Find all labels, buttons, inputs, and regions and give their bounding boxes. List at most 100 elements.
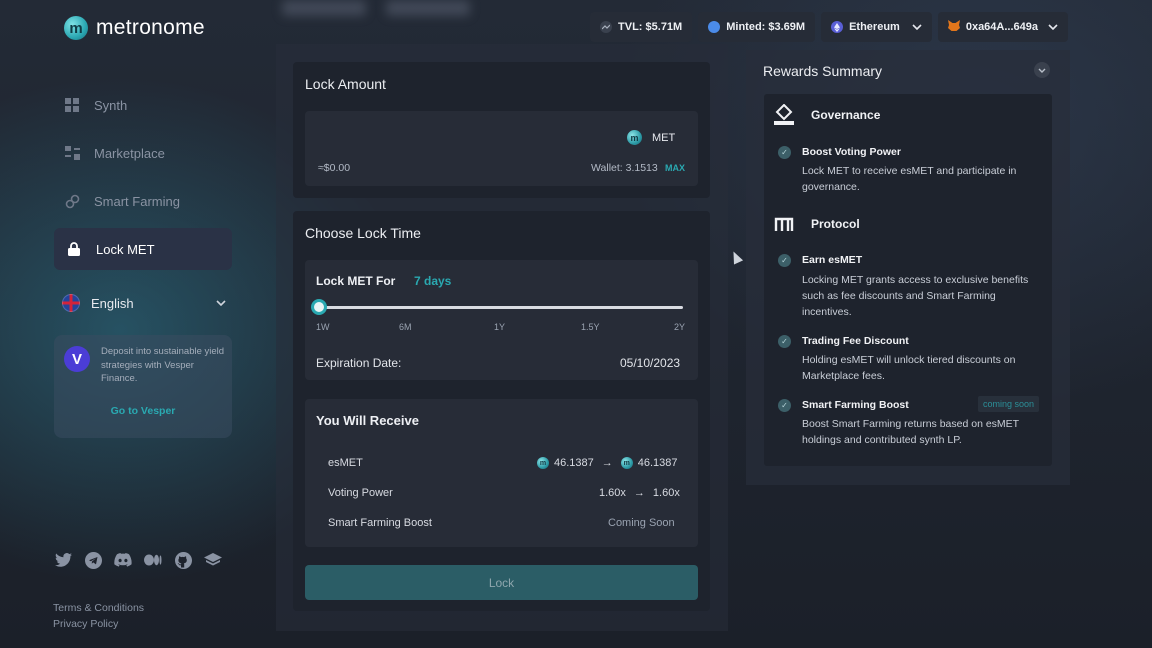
value-from: 1.60x — [599, 487, 626, 499]
token-selector[interactable]: m MET — [627, 130, 675, 145]
chevron-down-icon — [912, 21, 922, 33]
language-label: English — [91, 295, 134, 311]
value-from: 46.1387 — [554, 457, 594, 469]
reward-item-title: Earn esMET — [802, 254, 863, 266]
receive-row-label: Voting Power — [328, 487, 393, 499]
value-to: 1.60x — [652, 487, 680, 499]
chevron-down-icon — [1048, 21, 1058, 33]
language-selector[interactable]: English — [62, 294, 226, 312]
arrow-right-icon: → — [633, 487, 645, 499]
slider-tick-label: 6M — [399, 322, 412, 332]
top-bar: TVL: $5.71M Minted: $3.69M Ethereum 0xa6… — [590, 12, 1068, 42]
metamask-fox-icon — [947, 20, 960, 34]
slider-tick-label: 1Y — [494, 322, 506, 332]
twitter-icon[interactable] — [54, 551, 72, 569]
privacy-link[interactable]: Privacy Policy — [53, 616, 144, 632]
token-symbol: MET — [652, 131, 676, 144]
tvl-badge[interactable]: TVL: $5.71M — [590, 12, 693, 42]
lock-duration-value: 7 days — [414, 274, 452, 288]
network-name: Ethereum — [849, 21, 900, 33]
esmet-receive-value: m 46.1387 → m 46.1387 — [537, 457, 678, 469]
check-icon: ✓ — [778, 254, 791, 267]
lock-duration-slider-handle[interactable] — [311, 299, 327, 315]
expiration-date: 05/10/2023 — [620, 356, 681, 370]
sidebar-item-smart-farming[interactable]: Smart Farming — [54, 180, 232, 222]
esmet-token-icon: m — [620, 457, 633, 469]
sidebar-item-label: Lock MET — [96, 241, 155, 257]
vesper-description: Deposit into sustainable yield strategie… — [101, 346, 225, 384]
reward-item-desc: Locking MET grants access to exclusive b… — [802, 274, 1029, 318]
coming-soon-badge: coming soon — [978, 396, 1040, 412]
protocol-icon — [773, 213, 795, 235]
go-to-vesper-link[interactable]: Go to Vesper — [54, 405, 232, 417]
social-links — [54, 551, 222, 569]
reward-item-desc: Holding esMET will unlock tiered discoun… — [802, 354, 1016, 382]
usd-value: ≈$0.00 — [318, 162, 351, 174]
lock-duration-slider-track[interactable] — [319, 306, 683, 309]
vesper-promo-card: V Deposit into sustainable yield strateg… — [54, 335, 232, 438]
sidebar-item-label: Synth — [94, 97, 128, 113]
max-button[interactable]: MAX — [665, 163, 685, 173]
rewards-summary-title: Rewards Summary — [763, 63, 883, 79]
governance-title: Governance — [811, 108, 881, 122]
docs-icon[interactable] — [204, 551, 222, 569]
farming-icon — [64, 193, 80, 209]
protocol-title: Protocol — [811, 217, 860, 231]
wallet-balance: Wallet: 3.1513 — [591, 162, 658, 174]
uk-flag-icon — [62, 294, 80, 312]
github-icon[interactable] — [174, 551, 192, 569]
wallet-selector[interactable]: 0xa64A...649a — [937, 12, 1068, 42]
metronome-logo-icon: m — [64, 16, 88, 40]
chart-trend-icon — [600, 21, 613, 33]
reward-item-title: Smart Farming Boost — [802, 399, 909, 411]
check-icon: ✓ — [778, 399, 791, 412]
voting-power-value: 1.60x → 1.60x — [599, 487, 680, 499]
esmet-token-icon: m — [537, 457, 549, 469]
reward-item-title: Trading Fee Discount — [802, 335, 909, 347]
minted-badge[interactable]: Minted: $3.69M — [698, 12, 816, 42]
vesper-logo-icon: V — [64, 346, 90, 372]
network-selector[interactable]: Ethereum — [821, 12, 932, 42]
ethereum-icon — [831, 21, 844, 33]
lock-for-label: Lock MET For — [316, 274, 396, 288]
lock-amount-title: Lock Amount — [305, 76, 386, 92]
slider-tick-label: 1W — [316, 322, 330, 332]
footer-links: Terms & Conditions Privacy Policy — [53, 600, 144, 632]
lock-time-title: Choose Lock Time — [305, 225, 421, 241]
medium-icon[interactable] — [144, 551, 162, 569]
reward-item-desc: Lock MET to receive esMET and participat… — [802, 165, 1017, 193]
telegram-icon[interactable] — [84, 551, 102, 569]
sidebar-item-synth[interactable]: Synth — [54, 84, 232, 126]
lock-icon — [66, 241, 82, 257]
collapse-toggle-icon[interactable] — [1034, 62, 1050, 78]
check-icon: ✓ — [778, 146, 791, 159]
minted-dot-icon — [708, 21, 721, 33]
marketplace-icon — [64, 145, 80, 161]
lock-button[interactable]: Lock — [305, 565, 698, 600]
sidebar-item-label: Marketplace — [94, 145, 165, 161]
sidebar-item-lock-met[interactable]: Lock MET — [54, 228, 232, 270]
receive-row-label: Smart Farming Boost — [328, 517, 432, 529]
value-to: 46.1387 — [637, 457, 678, 469]
minted-value: Minted: $3.69M — [726, 21, 806, 33]
governance-icon — [773, 104, 795, 126]
wallet-address: 0xa64A...649a — [965, 21, 1038, 33]
terms-link[interactable]: Terms & Conditions — [53, 600, 144, 616]
check-icon: ✓ — [778, 335, 791, 348]
tvl-value: TVL: $5.71M — [618, 21, 683, 33]
reward-item-title: Boost Voting Power — [802, 146, 901, 158]
grid-icon — [64, 97, 80, 113]
expiration-label: Expiration Date: — [316, 356, 402, 370]
receive-row-label: esMET — [328, 457, 363, 469]
chevron-down-icon — [216, 297, 226, 309]
arrow-right-icon: → — [601, 457, 613, 469]
receive-title: You Will Receive — [316, 413, 419, 428]
app-logo[interactable]: m metronome — [64, 16, 205, 40]
slider-tick-label: 1.5Y — [581, 322, 600, 332]
amount-input-box[interactable] — [305, 111, 698, 186]
discord-icon[interactable] — [114, 551, 132, 569]
app-name: metronome — [96, 16, 205, 39]
met-token-icon: m — [627, 130, 642, 145]
sidebar-item-label: Smart Farming — [94, 193, 180, 209]
sidebar-item-marketplace[interactable]: Marketplace — [54, 132, 232, 174]
